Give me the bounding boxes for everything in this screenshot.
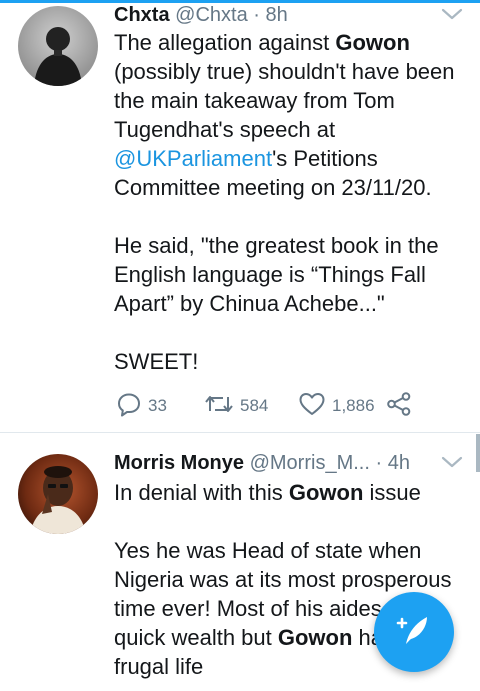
chevron-down-icon[interactable]	[441, 455, 463, 469]
tweet-divider	[0, 432, 480, 433]
highlighted-term: Gowon	[335, 30, 410, 55]
text-line: Tugendhat's speech at	[114, 115, 464, 144]
text-line: In denial with this Gowon issue	[114, 478, 464, 507]
text-segment: the main takeaway from Tom	[114, 88, 395, 113]
tweet[interactable]: Chxta @Chxta · 8h The allegation against…	[0, 0, 480, 432]
text-line: Yes he was Head of state when	[114, 536, 464, 565]
text-segment: 's Petitions	[272, 146, 378, 171]
compose-feather-icon	[394, 610, 434, 655]
text-line: the main takeaway from Tom	[114, 86, 464, 115]
text-segment: Tugendhat's speech at	[114, 117, 336, 142]
highlighted-term: Gowon	[277, 625, 353, 650]
compose-tweet-button[interactable]	[374, 592, 454, 672]
tweet-header: Chxta @Chxta · 8h	[114, 0, 288, 30]
text-segment: SWEET!	[114, 349, 199, 374]
avatar[interactable]	[18, 6, 98, 86]
text-line: He said, "the greatest book in the	[114, 231, 464, 260]
reply-icon	[116, 391, 142, 422]
text-line: (possibly true) shouldn't have been	[114, 57, 464, 86]
tweet-actions: 33 584 1,886	[114, 390, 434, 422]
reply-count: 33	[148, 396, 167, 415]
retweet-count: 584	[240, 396, 269, 415]
author-handle[interactable]: @Morris_M...	[250, 452, 370, 474]
author-handle[interactable]: @Chxta	[175, 4, 248, 26]
author-name[interactable]: Chxta	[114, 4, 170, 26]
text-line: Committee meeting on 23/11/20.	[114, 173, 464, 202]
text-line	[114, 507, 464, 536]
tweet-text: The allegation against Gowon (possibly tr…	[114, 28, 464, 376]
text-line	[114, 202, 464, 231]
text-line: SWEET!	[114, 347, 464, 376]
text-segment: In denial with this	[114, 480, 289, 505]
like-button[interactable]: 1,886	[298, 390, 375, 422]
text-segment: Committee meeting on 23/11/20.	[114, 175, 432, 200]
retweet-button[interactable]: 584	[204, 390, 268, 422]
retweet-icon	[204, 391, 234, 422]
separator-dot: ·	[375, 452, 383, 474]
author-name[interactable]: Morris Monye	[114, 452, 244, 474]
heart-icon	[298, 391, 326, 422]
like-count: 1,886	[332, 396, 375, 415]
reply-button[interactable]: 33	[116, 390, 167, 422]
text-segment: Apart” by Chinua Achebe..."	[114, 291, 385, 316]
text-line: Nigeria was at its most prosperous	[114, 565, 464, 594]
mention-link[interactable]: @UKParliament	[114, 146, 272, 171]
chevron-down-icon[interactable]	[441, 7, 463, 21]
text-segment: time ever! Most of his aides	[114, 596, 382, 621]
text-segment: (possibly true) shouldn't have been	[114, 59, 455, 84]
timestamp[interactable]: 4h	[388, 452, 410, 474]
text-line: The allegation against Gowon	[114, 28, 464, 57]
text-segment: He said, "the greatest book in the	[114, 233, 439, 258]
text-segment: Nigeria was at its most prosperous	[114, 567, 452, 592]
text-segment: The allegation against	[114, 30, 336, 55]
text-line: English language is “Things Fall	[114, 260, 464, 289]
text-line	[114, 318, 464, 347]
share-icon	[386, 391, 412, 422]
timestamp[interactable]: 8h	[266, 4, 288, 26]
text-line: @UKParliament's Petitions	[114, 144, 464, 173]
text-segment: Yes he was Head of state when	[114, 538, 422, 563]
separator-dot: ·	[253, 4, 260, 26]
avatar[interactable]	[18, 454, 98, 534]
text-segment: frugal life	[114, 654, 204, 679]
share-button[interactable]	[386, 390, 412, 422]
text-segment: issue	[363, 480, 421, 505]
text-segment: quick wealth but	[114, 625, 278, 650]
text-segment: English language is “Things Fall	[114, 262, 426, 287]
highlighted-term: Gowon	[288, 480, 364, 505]
tweet-header: Morris Monye @Morris_M... · 4h	[114, 448, 410, 478]
text-line: Apart” by Chinua Achebe..."	[114, 289, 464, 318]
